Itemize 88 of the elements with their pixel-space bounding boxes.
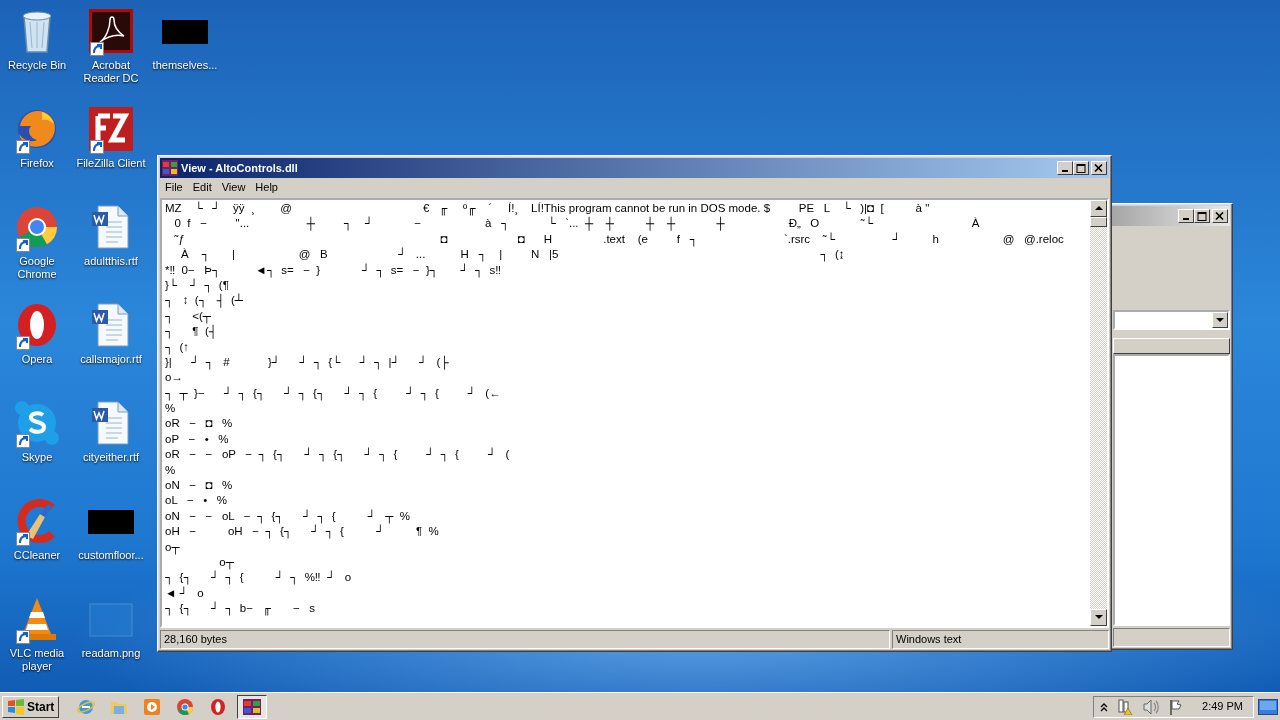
text-line: ˜ƒ ◘ ◘ H .text (e f ┐ `.rsrc ˜└ ┘ h @ @.reloc [173,231,1065,247]
text-line: ┐ <(┬ [165,308,211,324]
caret-up-icon [1094,206,1103,211]
text-line: 0 f − "... ┼ ┐ ┘ − à ┐ └ `... ┼ ┼ ┼ ┼ ┼ Ð„ O ˜└ À [173,216,981,232]
text-line: *‼ 0− Þ┐ ◄┐ s= − } ┘ ┐ s= − }┐ ┘ ┐ s‼ [165,262,502,278]
text-line: ┐ (↑ [165,339,191,355]
icon-label[interactable]: themselves... [149,59,221,72]
clock-text[interactable]: 2:49 PM [1202,698,1243,715]
maximize-icon [1197,211,1207,221]
text-line: À ┐ | @ B ┘ ... H ┐ | N |5 ┐ (↨ [179,247,846,263]
text-line: MZ └ ┘ ÿÿ ¸ @ € ╓ º╓ ´ Í!¸ LÍ!This program cannot be run in DOS mode. $ PE L └ )|◘ [ à " [165,201,931,216]
menu-item[interactable]: Help [250,178,283,196]
speaker-icon[interactable] [1142,698,1161,715]
maximize-icon [1076,163,1086,173]
text-line: ┐ {┐ ┘ ┐ b− ╓ − s [165,601,317,617]
status-text: 28,160 bytes [160,630,890,649]
chevron-icon[interactable] [1100,701,1109,712]
globe-icon[interactable] [77,697,96,716]
column-header[interactable] [1113,338,1230,354]
icon-label[interactable]: Recycle Bin [1,59,73,72]
dropdown-field[interactable] [1113,310,1230,330]
icon-label[interactable]: Skype [1,451,73,464]
text-line: }└ ┘ ┐ (¶ [165,278,230,294]
show-desktop-icon[interactable] [1258,698,1278,715]
dropdown-button[interactable] [1212,312,1228,328]
icon-label[interactable]: CCleaner [1,549,73,562]
menu-item[interactable]: View [216,178,251,196]
window-title: View - AltoControls.dll [181,160,298,176]
text-line: % [165,401,177,417]
maximize-button[interactable] [1194,209,1210,223]
icon-label[interactable]: Firefox [1,157,73,170]
icon-label[interactable]: Google Chrome [1,255,73,281]
play-icon[interactable] [143,697,162,716]
text-line: }| ┘ ┐ # }┘ ┘ ┐ {└ ┘ ┐ |┘ ┘ (├ [165,355,450,371]
icon-label[interactable]: FileZilla Client [75,157,147,170]
text-line: ┐ ¶ (┤ [165,324,218,340]
windows-logo-icon [7,698,25,715]
scroll-thumb[interactable] [1090,217,1107,227]
task-button[interactable] [237,694,268,719]
close-button[interactable] [1212,209,1228,223]
start-button[interactable]: Start [2,695,60,718]
close-button[interactable] [1091,161,1107,175]
text-line: oH − oH − ┐ {┐ ┘ ┐ { ┘ ¶ % [165,524,440,540]
menu-item[interactable]: Edit [187,178,217,196]
text-line: ┐ ┬ }− ┘ ┐ {┐ ┘ ┐ {┐ ┘ ┐ { ┘ ┐ { ┘ (← [165,385,502,402]
app-icon [243,698,262,715]
icon-label[interactable]: Acrobat Reader DC [75,59,147,85]
icon-label[interactable]: callsmajor.rtf [75,353,147,366]
close-icon [1215,211,1225,221]
text-line: ┐ ↕ (┐ ┤ (┴ [165,293,244,309]
minimize-button[interactable] [1057,161,1073,175]
minimize-icon [1183,218,1189,220]
text-line: o┬ [218,555,235,571]
text-line: oN − − oL − ┐ {┐ ┘ ┐ { ┘ ┬ % [165,508,411,524]
scroll-down-button[interactable] [1090,609,1107,626]
circle-logo-icon[interactable] [176,697,195,716]
text-line: % [165,462,177,478]
app-icon [162,160,178,176]
text-line: oL − • % [165,493,229,509]
caret-down-icon [1216,317,1224,323]
icon-label[interactable]: Opera [1,353,73,366]
text-line: o→ [165,370,184,386]
icon-label[interactable]: VLC media player [1,647,73,673]
caret-down-icon [1094,615,1103,620]
menu-item[interactable]: File [160,178,188,196]
text-line: oP − • % [165,431,230,447]
minimize-icon [1062,170,1068,172]
scroll-up-button[interactable] [1090,200,1107,217]
text-line: o┬ [165,539,181,555]
ring-logo-icon[interactable] [209,697,228,716]
maximize-button[interactable] [1073,161,1089,175]
icon-label[interactable]: customfloor... [75,549,147,562]
cloud-logo-icon[interactable] [12,398,62,448]
document-logo-icon[interactable] [86,6,136,56]
text-line: oR − − oP − ┐ {┐ ┘ ┐ {┐ ┘ ┐ { ┘ ┐ { ┘ ( [165,447,511,463]
minimize-button[interactable] [1178,209,1194,223]
network-warning-icon[interactable] [1117,698,1134,715]
scrollbar-track[interactable] [1090,200,1107,626]
text-line: oR − ◘ % [165,416,234,432]
text-line: ◄ ┘ o [165,585,205,601]
text-line: oN − ◘ % [165,478,234,494]
close-icon [1094,163,1104,173]
icon-label[interactable]: adultthis.rtf [75,255,147,268]
zigzag-logo-icon[interactable] [86,104,136,154]
icon-label[interactable]: readam.png [75,647,147,660]
icon-label[interactable]: cityeither.rtf [75,451,147,464]
text-line: ┐ {┐ ┘ ┐ { ┘ ┐ %‼ ┘ o [165,570,353,586]
status-text: Windows text [892,630,1109,649]
